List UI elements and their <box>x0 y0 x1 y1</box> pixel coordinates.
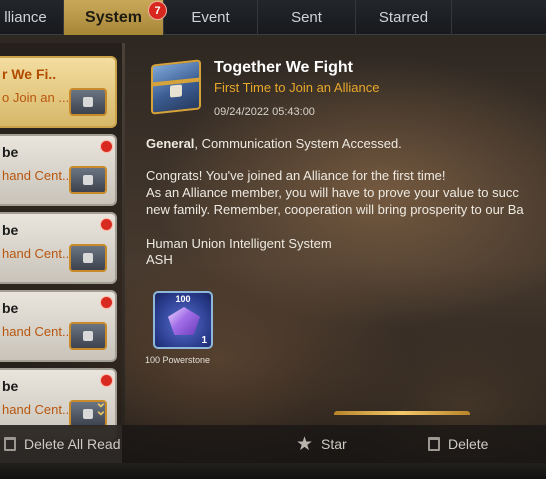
unread-dot-icon <box>100 218 113 231</box>
mail-chest-icon <box>151 59 201 115</box>
trash-icon <box>428 437 440 451</box>
mail-tab-bar: lliance System 7 Event Sent Starred <box>0 0 546 35</box>
mail-body-line: As an Alliance member, you will have to … <box>146 185 519 200</box>
mail-title: Together We Fight <box>214 59 353 76</box>
scroll-down-chevron-icon[interactable]: ⌄ ⌄ <box>95 395 107 417</box>
greeting-addressee: General <box>146 136 195 151</box>
mail-item-title: be <box>2 378 19 394</box>
tab-system[interactable]: System 7 <box>64 0 167 35</box>
star-icon: ★ <box>296 433 314 455</box>
mail-item-title: r We Fi.. <box>2 66 57 82</box>
mail-list-item[interactable]: be hand Cent... <box>0 212 117 284</box>
mail-list-item[interactable]: r We Fi.. o Join an ... <box>0 56 117 128</box>
bottom-action-bar: Delete All Read ★ Star Delete <box>0 425 546 463</box>
greeting-text: , Communication System Accessed. <box>194 136 402 151</box>
mail-greeting: General, Communication System Accessed. <box>146 136 402 151</box>
tab-label: Event <box>191 9 230 26</box>
star-label: Star <box>321 436 347 452</box>
delete-button[interactable]: Delete <box>428 425 488 463</box>
tab-sent[interactable]: Sent <box>258 0 356 35</box>
mail-signature-name: ASH <box>146 252 173 267</box>
trash-icon <box>4 437 16 451</box>
mail-item-subtitle: hand Cent... <box>2 324 73 339</box>
mail-item-title: be <box>2 222 19 238</box>
reward-item-powerstone[interactable]: 100 1 <box>153 291 213 349</box>
tab-label: Sent <box>291 9 322 26</box>
unread-dot-icon <box>100 140 113 153</box>
mail-timestamp: 09/24/2022 05:43:00 <box>214 106 315 118</box>
chest-icon <box>69 88 107 116</box>
mail-signature: Human Union Intelligent System <box>146 236 332 251</box>
tab-label: Starred <box>378 9 429 26</box>
panel-divider <box>122 43 125 425</box>
tab-alliance[interactable]: lliance <box>0 0 64 35</box>
delete-label: Delete <box>448 436 489 452</box>
unread-dot-icon <box>100 296 113 309</box>
mail-body-line: Congrats! You've joined an Alliance for … <box>146 168 446 183</box>
mail-subtitle: First Time to Join an Alliance <box>214 80 380 95</box>
delete-all-read-button[interactable]: Delete All Read <box>4 425 121 463</box>
star-button[interactable]: ★ Star <box>296 425 347 463</box>
mail-item-title: be <box>2 144 19 160</box>
tab-label: lliance <box>4 9 47 26</box>
mail-item-subtitle: hand Cent... <box>2 246 73 261</box>
bottom-edge-strip <box>0 463 546 479</box>
reward-amount-label: 100 <box>175 294 191 304</box>
delete-all-read-label: Delete All Read <box>24 436 121 452</box>
mail-item-subtitle: hand Cent... <box>2 402 73 417</box>
claim-button-edge[interactable] <box>334 411 470 415</box>
reward-count: 1 <box>201 335 207 346</box>
chest-icon <box>69 322 107 350</box>
tab-event[interactable]: Event <box>164 0 258 35</box>
reward-label: 100 Powerstone <box>145 355 211 365</box>
tab-starred[interactable]: Starred <box>356 0 452 35</box>
mail-list-item[interactable]: be hand Cent... <box>0 134 117 206</box>
tab-label: System <box>85 8 142 26</box>
mail-item-subtitle: hand Cent... <box>2 168 73 183</box>
chest-icon <box>69 244 107 272</box>
mail-list-item[interactable]: be hand Cent... <box>0 290 117 362</box>
mail-body-line: new family. Remember, cooperation will b… <box>146 202 524 217</box>
unread-dot-icon <box>100 374 113 387</box>
powerstone-gem-icon <box>168 307 200 335</box>
mail-item-subtitle: o Join an ... <box>2 90 70 105</box>
chest-icon <box>69 166 107 194</box>
mail-item-title: be <box>2 300 19 316</box>
